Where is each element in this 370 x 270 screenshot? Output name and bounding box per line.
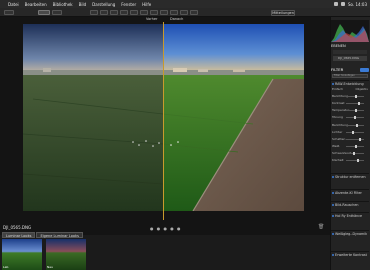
trash-icon[interactable]: 🗑 bbox=[318, 224, 324, 230]
slider-knob[interactable] bbox=[356, 124, 358, 127]
look-thumbnail[interactable]: Neu bbox=[46, 239, 86, 270]
section-label: Struktur entfernen bbox=[335, 175, 366, 179]
history-button[interactable] bbox=[190, 10, 198, 15]
slider-label: Kontrast bbox=[332, 101, 345, 105]
slider-label: Tönung bbox=[332, 115, 343, 119]
slider-label: Schatten bbox=[332, 137, 346, 141]
section-label: Weißgleg.-Dynamik bbox=[335, 232, 368, 236]
layers-section-title[interactable]: EBENEN bbox=[331, 44, 346, 48]
file-name: DJI_0565.DNG bbox=[3, 225, 32, 230]
raw-slider[interactable] bbox=[346, 152, 364, 155]
histogram-graph bbox=[331, 24, 369, 42]
slider-label: Klarheit bbox=[332, 158, 344, 162]
erase-button[interactable] bbox=[150, 10, 158, 15]
clock[interactable]: So. 14:03 bbox=[348, 2, 367, 7]
section-label: Erweiterte Kontrast bbox=[335, 253, 367, 257]
zoom-button[interactable] bbox=[120, 10, 128, 15]
slider-knob[interactable] bbox=[359, 138, 361, 141]
look-thumbnail[interactable]: Lab bbox=[2, 239, 42, 270]
slider-knob[interactable] bbox=[352, 131, 354, 134]
raw-slider[interactable] bbox=[346, 159, 364, 162]
add-filter-button[interactable] bbox=[360, 68, 369, 72]
look-thumbnail-label: Neu bbox=[47, 265, 53, 269]
menu-hilfe[interactable]: Hilfe bbox=[142, 2, 151, 7]
section-enhance[interactable]: Hol Ry Enthänce bbox=[331, 212, 369, 218]
tab-custom-looks[interactable]: Eigene Luminar Looks bbox=[36, 232, 83, 238]
toggle-dot-icon[interactable] bbox=[332, 192, 334, 194]
after-label: Danach bbox=[170, 17, 184, 21]
slider-knob[interactable] bbox=[353, 152, 355, 155]
wifi-icon[interactable] bbox=[334, 2, 338, 6]
section-label: Bild-Rauschen bbox=[335, 203, 359, 207]
section-label: Hol Ry Enthänce bbox=[335, 214, 363, 218]
sidebar-toggle-button[interactable] bbox=[4, 10, 14, 15]
tab-raw-basic[interactable]: Einfach bbox=[332, 87, 343, 92]
radial-button[interactable] bbox=[170, 10, 178, 15]
tab-luminar-looks[interactable]: Luminar Looks bbox=[2, 232, 36, 238]
toggle-dot-icon[interactable] bbox=[332, 233, 334, 235]
menu-fenster[interactable]: Fenster bbox=[121, 2, 136, 7]
raw-slider[interactable] bbox=[346, 116, 364, 119]
slider-knob[interactable] bbox=[357, 159, 359, 162]
slider-knob[interactable] bbox=[355, 109, 357, 112]
compare-button[interactable] bbox=[52, 10, 62, 15]
slider-knob[interactable] bbox=[355, 145, 357, 148]
compare-divider-handle[interactable] bbox=[163, 22, 164, 220]
raw-sub-tabs: Einfach Objektiv bbox=[332, 87, 368, 92]
slider-knob[interactable] bbox=[355, 95, 357, 98]
filter-search-input[interactable]: Filter hinzufügen bbox=[332, 74, 368, 78]
raw-slider[interactable] bbox=[346, 138, 364, 141]
menu-bearbeiten[interactable]: Bearbeiten bbox=[25, 2, 47, 7]
section-label: RAW-Entwicklung bbox=[335, 82, 364, 86]
before-label: Vorher bbox=[146, 17, 158, 21]
section-white-balance[interactable]: Weißgleg.-Dynamik bbox=[331, 230, 369, 236]
raw-slider[interactable] bbox=[346, 131, 364, 134]
section-noise[interactable]: Bild-Rauschen bbox=[331, 201, 369, 207]
layer-name: DJI_0565.DNG bbox=[338, 56, 360, 60]
raw-slider[interactable] bbox=[346, 95, 364, 98]
histogram bbox=[331, 20, 369, 42]
share-button[interactable]: Mitteilungen bbox=[271, 9, 295, 16]
slider-knob[interactable] bbox=[358, 102, 360, 105]
mask-button[interactable] bbox=[180, 10, 188, 15]
look-thumbnail-label: Lab bbox=[3, 265, 9, 269]
redo-button[interactable] bbox=[110, 10, 118, 15]
menu-darstellung[interactable]: Darstellung bbox=[92, 2, 115, 7]
raw-slider[interactable] bbox=[346, 145, 364, 148]
section-structure[interactable]: Struktur entfernen bbox=[331, 173, 369, 179]
toggle-dot-icon[interactable] bbox=[332, 215, 334, 217]
edit-mode-button[interactable] bbox=[38, 10, 50, 15]
raw-slider[interactable] bbox=[346, 102, 364, 105]
slider-knob[interactable] bbox=[354, 116, 356, 119]
section-contrast[interactable]: Erweiterte Kontrast bbox=[331, 251, 369, 257]
looks-tabs: Luminar Looks Eigene Luminar Looks bbox=[2, 232, 84, 238]
section-accent-ai[interactable]: Akzente-KI Filter bbox=[331, 189, 369, 195]
toolbar: Mitteilungen Ebenen Eigenschaften bbox=[0, 8, 370, 22]
battery-icon[interactable] bbox=[341, 2, 345, 6]
section-raw-development[interactable]: RAW-Entwicklung bbox=[331, 80, 369, 86]
raw-slider[interactable] bbox=[346, 124, 364, 127]
gradient-button[interactable] bbox=[160, 10, 168, 15]
toggle-dot-icon[interactable] bbox=[332, 254, 334, 256]
menu-bild[interactable]: Bild bbox=[79, 2, 87, 7]
page-indicator[interactable]: ● ● ● ● ● bbox=[150, 226, 182, 231]
add-layer-row[interactable] bbox=[333, 50, 367, 54]
tab-raw-lens[interactable]: Objektiv bbox=[356, 87, 368, 92]
menu-bar: Datei Bearbeiten Bibliothek Bild Darstel… bbox=[0, 0, 370, 8]
raw-slider[interactable] bbox=[346, 109, 364, 112]
layer-item[interactable]: DJI_0565.DNG bbox=[333, 56, 367, 61]
hand-tool-button[interactable] bbox=[130, 10, 138, 15]
looks-thumbnails: Lab Neu bbox=[2, 239, 90, 270]
menu-bibliothek[interactable]: Bibliothek bbox=[53, 2, 73, 7]
toggle-dot-icon[interactable] bbox=[332, 83, 334, 85]
toggle-dot-icon[interactable] bbox=[332, 176, 334, 178]
section-label: Akzente-KI Filter bbox=[335, 191, 362, 195]
slider-label: Weiß bbox=[332, 144, 340, 148]
toggle-dot-icon[interactable] bbox=[332, 204, 334, 206]
slider-label: Lichter bbox=[332, 130, 343, 134]
brush-button[interactable] bbox=[140, 10, 148, 15]
undo-button[interactable] bbox=[100, 10, 108, 15]
crop-button[interactable] bbox=[90, 10, 98, 15]
menu-datei[interactable]: Datei bbox=[8, 2, 19, 7]
